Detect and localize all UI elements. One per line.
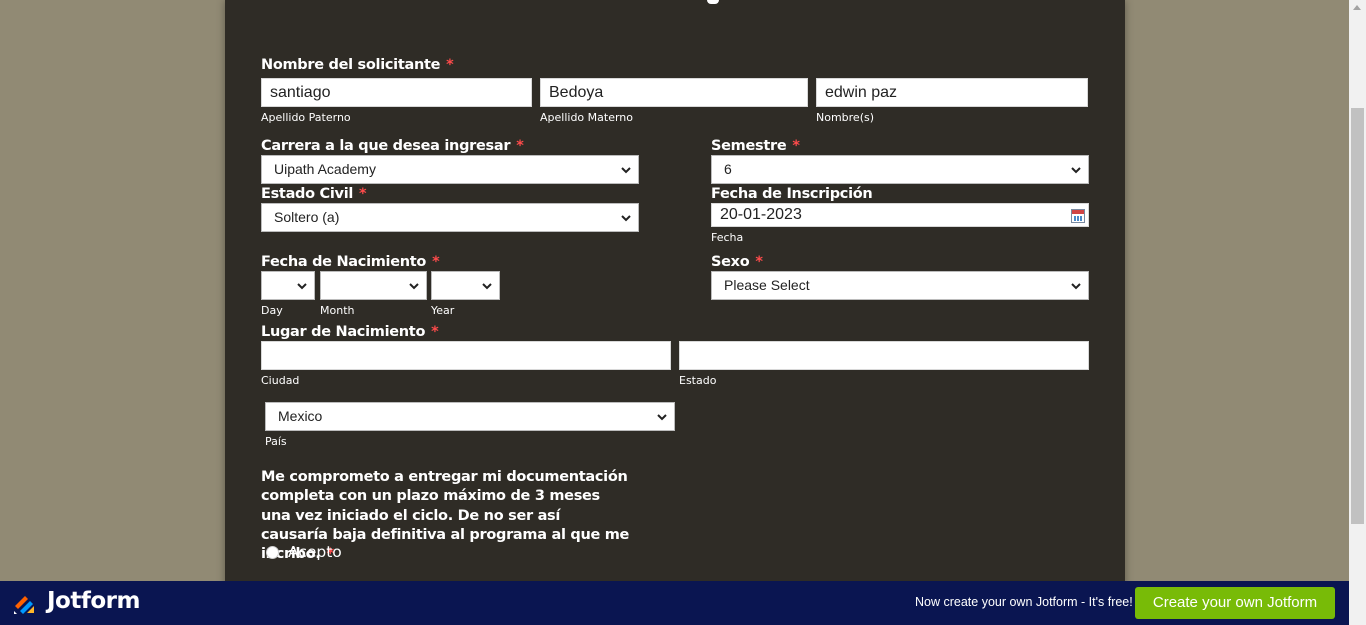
- create-jotform-button[interactable]: Create your own Jotform: [1135, 587, 1335, 619]
- required-mark: *: [755, 254, 763, 270]
- required-mark: *: [516, 138, 524, 154]
- estado-civil-label: Estado Civil *: [261, 186, 367, 202]
- fecha-inscripcion-label: Fecha de Inscripción: [711, 186, 873, 202]
- fecha-inscripcion-input[interactable]: 20-01-2023: [711, 203, 1089, 227]
- fecha-sublabel: Fecha: [711, 231, 744, 244]
- chevron-down-icon: [657, 414, 667, 421]
- fecha-nacimiento-label: Fecha de Nacimiento *: [261, 254, 440, 270]
- ciudad-input[interactable]: [261, 341, 671, 370]
- carrera-select[interactable]: Uipath Academy: [261, 155, 639, 184]
- jotform-brand-name[interactable]: Jotform: [47, 588, 140, 614]
- sexo-selected-value: Please Select: [724, 277, 810, 293]
- day-sublabel: Day: [261, 304, 283, 317]
- apellido-materno-input[interactable]: Bedoya: [540, 78, 808, 107]
- semestre-selected-value: 6: [724, 161, 732, 177]
- pais-select[interactable]: Mexico: [265, 402, 675, 431]
- promo-text: Now create your own Jotform - It's free!: [915, 595, 1133, 609]
- applicant-name-label-text: Nombre del solicitante: [261, 57, 441, 73]
- birth-year-select[interactable]: [431, 271, 500, 300]
- semestre-select[interactable]: 6: [711, 155, 1089, 184]
- birth-day-select[interactable]: [261, 271, 315, 300]
- semestre-label: Semestre *: [711, 138, 800, 154]
- acepto-radio[interactable]: [266, 546, 279, 559]
- fecha-inscripcion-value: 20-01-2023: [720, 206, 802, 223]
- estado-civil-select[interactable]: Soltero (a): [261, 203, 639, 232]
- required-mark: *: [792, 138, 800, 154]
- carrera-selected-value: Uipath Academy: [274, 161, 376, 177]
- acepto-radio-label[interactable]: Acepto: [288, 543, 342, 561]
- applicant-name-label: Nombre del solicitante *: [261, 57, 454, 73]
- sexo-label-text: Sexo: [711, 254, 750, 270]
- chevron-down-icon: [1071, 167, 1081, 174]
- estado-civil-selected-value: Soltero (a): [274, 209, 340, 225]
- chevron-down-icon: [1071, 283, 1081, 290]
- chevron-down-icon: [482, 283, 492, 290]
- required-mark: *: [359, 186, 367, 202]
- pais-sublabel: País: [265, 435, 287, 448]
- lugar-nacimiento-label-text: Lugar de Nacimiento: [261, 324, 426, 340]
- estado-sublabel: Estado: [679, 374, 717, 387]
- estado-input[interactable]: [679, 341, 1089, 370]
- estado-civil-label-text: Estado Civil: [261, 186, 354, 202]
- ciudad-sublabel: Ciudad: [261, 374, 300, 387]
- chevron-down-icon: [409, 283, 419, 290]
- fecha-nacimiento-label-text: Fecha de Nacimiento: [261, 254, 427, 270]
- scrollbar-thumb[interactable]: [1351, 108, 1364, 524]
- scroll-up-arrow-icon[interactable]: [1353, 5, 1361, 10]
- lugar-nacimiento-label: Lugar de Nacimiento *: [261, 324, 439, 340]
- calendar-icon[interactable]: [1071, 209, 1085, 223]
- year-sublabel: Year: [431, 304, 455, 317]
- nombres-input[interactable]: edwin paz: [816, 78, 1088, 107]
- pais-selected-value: Mexico: [278, 408, 323, 424]
- required-mark: *: [431, 324, 439, 340]
- required-mark: *: [432, 254, 440, 270]
- chevron-down-icon: [297, 283, 307, 290]
- month-sublabel: Month: [320, 304, 355, 317]
- page-scrollbar[interactable]: [1349, 0, 1366, 625]
- jotform-footer-banner: Jotform Now create your own Jotform - It…: [0, 581, 1349, 625]
- apellido-materno-sublabel: Apellido Materno: [540, 111, 633, 124]
- nombres-sublabel: Nombre(s): [816, 111, 875, 124]
- jotform-logo-icon: [14, 596, 34, 614]
- carrera-label: Carrera a la que desea ingresar *: [261, 138, 524, 154]
- sexo-label: Sexo *: [711, 254, 763, 270]
- chevron-down-icon: [621, 167, 631, 174]
- semestre-label-text: Semestre: [711, 138, 787, 154]
- carrera-label-text: Carrera a la que desea ingresar: [261, 138, 511, 154]
- apellido-paterno-input[interactable]: santiago: [261, 78, 532, 107]
- sexo-select[interactable]: Please Select: [711, 271, 1089, 300]
- chevron-down-icon: [621, 215, 631, 222]
- apellido-paterno-sublabel: Apellido Paterno: [261, 111, 351, 124]
- birth-month-select[interactable]: [320, 271, 427, 300]
- required-mark: *: [446, 57, 454, 73]
